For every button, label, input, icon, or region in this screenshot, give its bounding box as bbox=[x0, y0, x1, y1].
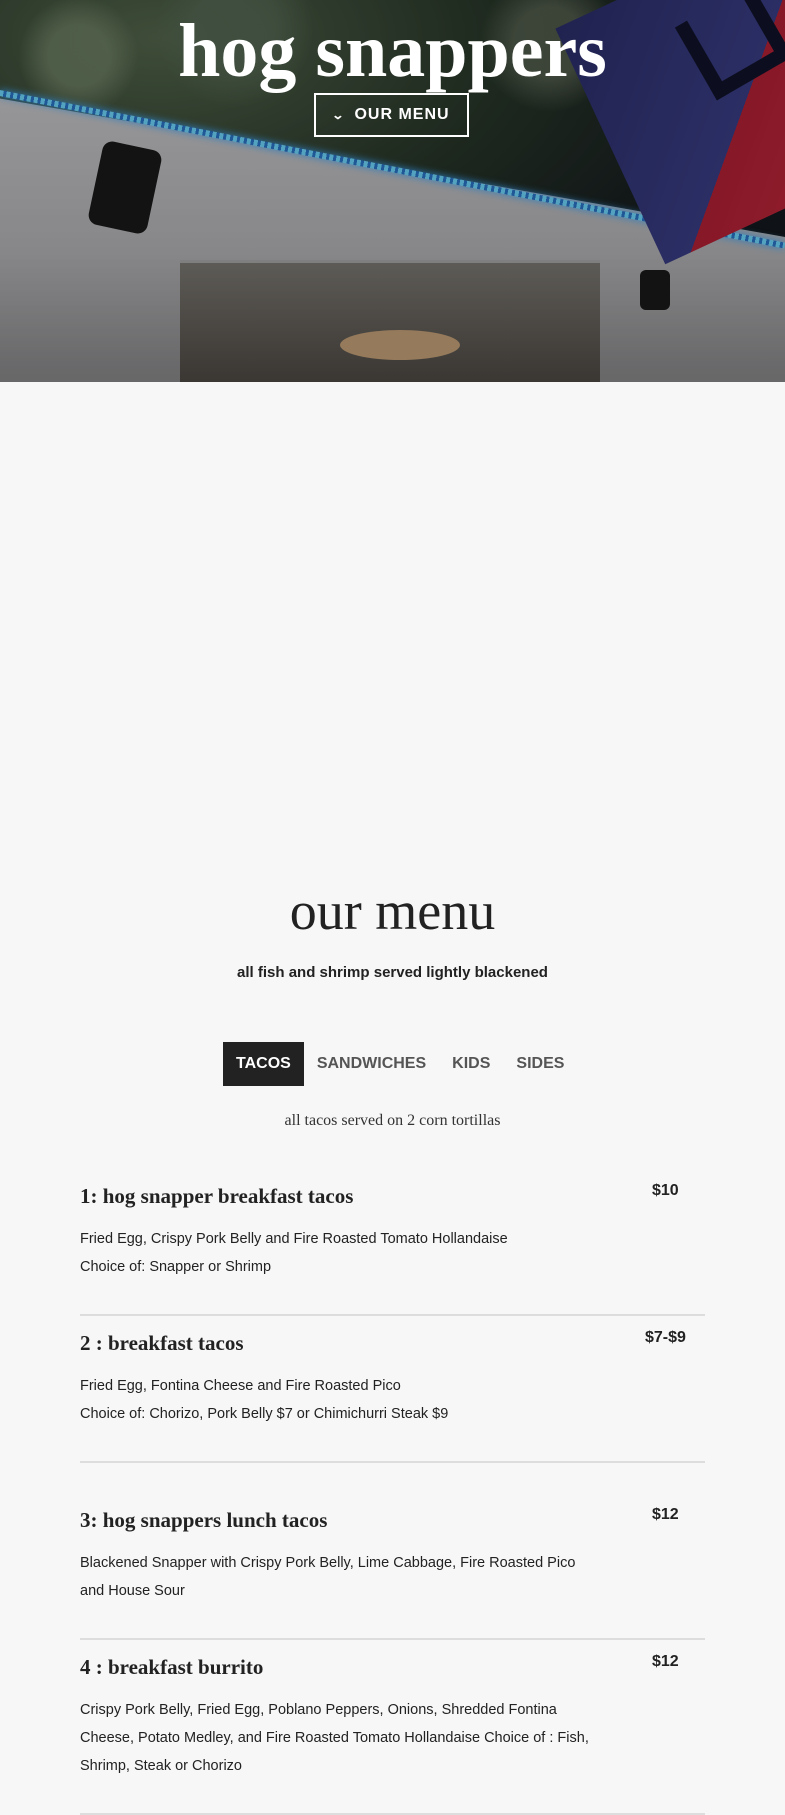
tab-sandwiches[interactable]: SANDWICHES bbox=[304, 1042, 439, 1086]
menu-item-description: Fried Egg, Fontina Cheese and Fire Roast… bbox=[80, 1372, 600, 1428]
menu-item-name: 4 : breakfast burrito bbox=[80, 1655, 264, 1679]
menu-item-description: Blackened Snapper with Crispy Pork Belly… bbox=[80, 1555, 576, 1599]
menu-divider bbox=[80, 1314, 705, 1316]
menu-item: 3: hog snappers lunch tacos $12 Blackene… bbox=[80, 1506, 705, 1605]
menu-tabs: TACOS SANDWICHES KIDS SIDES bbox=[223, 1042, 577, 1086]
menu-item: 4 : breakfast burrito $12 Crispy Pork Be… bbox=[80, 1653, 705, 1780]
menu-item-description: Crispy Pork Belly, Fried Egg, Poblano Pe… bbox=[80, 1702, 589, 1774]
our-menu-button-label: OUR MENU bbox=[354, 106, 450, 123]
menu-item-name: 2 : breakfast tacos bbox=[80, 1331, 244, 1355]
menu-item-description-line: Fried Egg, Fontina Cheese and Fire Roast… bbox=[80, 1378, 401, 1394]
menu-item-description-line: Fried Egg, Crispy Pork Belly and Fire Ro… bbox=[80, 1231, 508, 1247]
menu-item-name: 1: hog snapper breakfast tacos bbox=[80, 1184, 354, 1208]
chevron-down-icon: ⌄ bbox=[331, 108, 347, 122]
menu-divider bbox=[80, 1638, 705, 1640]
menu-divider bbox=[80, 1461, 705, 1463]
menu-item-price: $7-$9 bbox=[645, 1329, 686, 1346]
our-menu-button[interactable]: ⌄ OUR MENU bbox=[314, 93, 469, 137]
hero-banner: hog snappers ⌄ OUR MENU bbox=[0, 0, 785, 382]
menu-subtitle: all fish and shrimp served lightly black… bbox=[237, 964, 548, 981]
menu-item-price: $12 bbox=[652, 1506, 679, 1523]
menu-title: our menu bbox=[289, 881, 496, 941]
menu-item-description: Fried Egg, Crispy Pork Belly and Fire Ro… bbox=[80, 1225, 600, 1281]
tab-sides[interactable]: SIDES bbox=[503, 1042, 577, 1086]
menu-item-price: $12 bbox=[652, 1653, 679, 1670]
tab-kids[interactable]: KIDS bbox=[439, 1042, 503, 1086]
tab-tacos[interactable]: TACOS bbox=[223, 1042, 304, 1086]
menu-item: 2 : breakfast tacos $7-$9 Fried Egg, Fon… bbox=[80, 1329, 705, 1428]
menu-item-price: $10 bbox=[652, 1182, 679, 1199]
hero-title: hog snappers bbox=[178, 8, 607, 93]
menu-item-name: 3: hog snappers lunch tacos bbox=[80, 1508, 328, 1532]
tacos-note: all tacos served on 2 corn tortillas bbox=[284, 1112, 501, 1129]
menu-item-description-line: Choice of: Snapper or Shrimp bbox=[80, 1259, 272, 1275]
menu-item-description-line: Choice of: Chorizo, Pork Belly $7 or Chi… bbox=[80, 1406, 449, 1422]
menu-item: 1: hog snapper breakfast tacos $10 Fried… bbox=[80, 1182, 705, 1281]
